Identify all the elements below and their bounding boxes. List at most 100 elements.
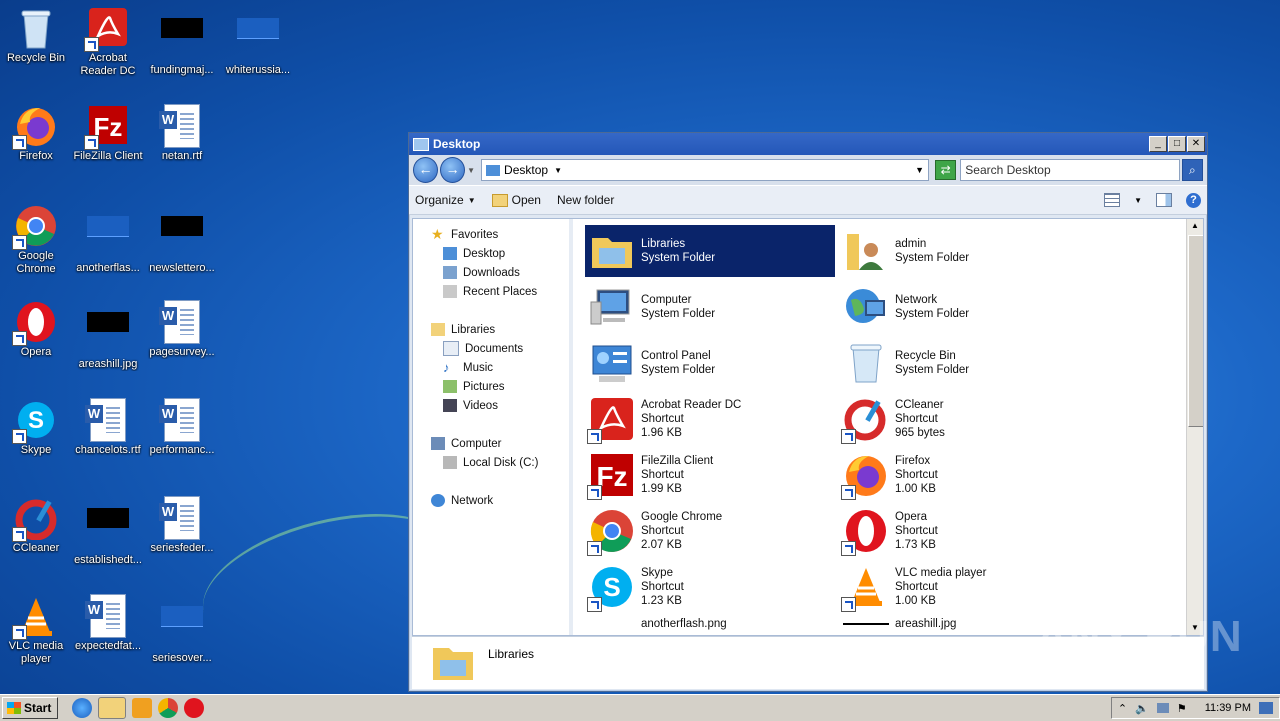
file-item-google-chrome[interactable]: Google Chrome Shortcut 2.07 KB: [585, 505, 835, 557]
nav-documents[interactable]: Documents: [413, 339, 569, 358]
desktop-icon-ccleaner[interactable]: CCleaner: [0, 496, 72, 555]
back-button[interactable]: ←: [413, 157, 439, 183]
nav-music[interactable]: ♪ Music: [413, 358, 569, 377]
start-button[interactable]: Start: [2, 697, 59, 719]
desktop-icon-filezilla[interactable]: Fz FileZilla Client: [72, 104, 144, 163]
open-button[interactable]: Open: [491, 193, 541, 207]
nav-recent-places[interactable]: Recent Places: [413, 282, 569, 301]
nav-label: Network: [451, 494, 494, 507]
new-folder-button[interactable]: New folder: [557, 193, 614, 207]
title-bar[interactable]: Desktop _ □ ✕: [409, 133, 1207, 155]
nav-computer[interactable]: Computer: [413, 434, 569, 453]
file-item-recycle-bin[interactable]: Recycle Bin System Folder: [839, 337, 1089, 389]
search-input[interactable]: Search Desktop: [960, 159, 1180, 181]
desktop-icon-seriesover[interactable]: seriesover...: [146, 594, 218, 665]
chrome-icon[interactable]: [158, 698, 179, 718]
vertical-scrollbar[interactable]: ▲ ▼: [1186, 219, 1203, 635]
organize-button[interactable]: Organize ▼: [415, 193, 476, 207]
nav-videos[interactable]: Videos: [413, 396, 569, 415]
desktop-icon-anotherflash[interactable]: anotherflas...: [72, 204, 144, 275]
shortcut-arrow-icon: [12, 135, 27, 150]
desktop-icon-vlc[interactable]: VLC media player: [0, 594, 72, 666]
show-desktop-icon[interactable]: [1259, 702, 1273, 714]
file-type: Shortcut: [641, 525, 684, 537]
desktop-icon-firefox[interactable]: Firefox: [0, 104, 72, 163]
file-item-firefox[interactable]: Firefox Shortcut 1.00 KB: [839, 449, 1089, 501]
file-item-vlc[interactable]: VLC media player Shortcut 1.00 KB: [839, 561, 1089, 613]
desktop-icon-areashill[interactable]: areashill.jpg: [72, 300, 144, 371]
desktop-icon-acrobat[interactable]: Acrobat Reader DC: [72, 6, 144, 78]
nav-desktop[interactable]: Desktop: [413, 244, 569, 263]
scrollbar-thumb[interactable]: [1188, 235, 1203, 427]
nav-downloads[interactable]: Downloads: [413, 263, 569, 282]
image-file-icon: [86, 508, 130, 552]
chevron-down-icon[interactable]: ▼: [915, 165, 924, 175]
chevron-up-icon[interactable]: ⌃: [1118, 702, 1127, 715]
nav-label: Pictures: [463, 380, 505, 393]
desktop-icon-newslettero[interactable]: newslettero...: [146, 204, 218, 275]
change-view-icon[interactable]: [1104, 193, 1121, 207]
desktop-icon-skype[interactable]: S Skype: [0, 398, 72, 457]
flag-icon[interactable]: ⚑: [1177, 702, 1187, 715]
preview-pane-icon[interactable]: [1156, 193, 1172, 207]
refresh-button[interactable]: ⇄: [935, 160, 957, 180]
desktop-icon-opera[interactable]: Opera: [0, 300, 72, 359]
desktop-icon-fundingmaj[interactable]: fundingmaj...: [146, 6, 218, 77]
file-item-ccleaner[interactable]: CCleaner Shortcut 965 bytes: [839, 393, 1089, 445]
chevron-down-icon[interactable]: ▼: [467, 166, 475, 175]
libraries-folder-icon: [589, 228, 635, 274]
file-name: Google Chrome: [641, 511, 723, 523]
file-size: 1.00 KB: [895, 595, 936, 607]
image-file-icon: [843, 617, 889, 635]
svg-text:S: S: [603, 572, 620, 602]
desktop-icon-seriesfeder[interactable]: W seriesfeder...: [146, 496, 218, 555]
file-item-control-panel[interactable]: Control Panel System Folder: [585, 337, 835, 389]
file-item-network[interactable]: Network System Folder: [839, 281, 1089, 333]
network-tray-icon[interactable]: [1156, 703, 1169, 713]
file-item-admin[interactable]: admin System Folder: [839, 225, 1089, 277]
minimize-button[interactable]: _: [1149, 136, 1167, 152]
desktop-icon-chancelots[interactable]: W chancelots.rtf: [72, 398, 144, 457]
internet-explorer-icon[interactable]: [72, 698, 93, 718]
desktop-icon-label: seriesover...: [152, 652, 212, 664]
documents-icon: [443, 341, 459, 356]
file-item-acrobat-reader[interactable]: Acrobat Reader DC Shortcut 1.96 KB: [585, 393, 835, 445]
volume-icon[interactable]: 🔈: [1135, 702, 1149, 715]
chevron-down-icon[interactable]: ▼: [554, 166, 562, 175]
desktop-icon-whiterussia[interactable]: whiterussia...: [222, 6, 294, 77]
chevron-down-icon[interactable]: ▼: [1134, 196, 1142, 205]
nav-local-disk[interactable]: Local Disk (C:): [413, 453, 569, 472]
shortcut-arrow-icon: [841, 429, 856, 444]
nav-favorites[interactable]: ★ Favorites: [413, 225, 569, 244]
desktop-icon-recycle-bin[interactable]: Recycle Bin: [0, 6, 72, 65]
file-item-libraries[interactable]: Libraries System Folder: [585, 225, 835, 277]
scroll-up-arrow-icon[interactable]: ▲: [1187, 219, 1203, 233]
file-item-skype[interactable]: S Skype Shortcut 1.23 KB: [585, 561, 835, 613]
desktop-icon-expectedfat[interactable]: W expectedfat...: [72, 594, 144, 653]
close-button[interactable]: ✕: [1187, 136, 1205, 152]
file-type: Shortcut: [641, 469, 684, 481]
clock[interactable]: 11:39 PM: [1205, 702, 1251, 714]
libraries-folder-icon: [430, 640, 476, 687]
desktop-icon-performanc[interactable]: W performanc...: [146, 398, 218, 457]
file-item-opera[interactable]: Opera Shortcut 1.73 KB: [839, 505, 1089, 557]
file-explorer-task-button[interactable]: [98, 697, 127, 719]
search-button[interactable]: ⌕: [1181, 159, 1203, 181]
opera-icon[interactable]: [184, 698, 205, 718]
nav-libraries[interactable]: Libraries: [413, 320, 569, 339]
file-item-filezilla[interactable]: Fz FileZilla Client Shortcut 1.99 KB: [585, 449, 835, 501]
nav-network[interactable]: Network: [413, 491, 569, 510]
desktop-icon-netan[interactable]: W netan.rtf: [146, 104, 218, 163]
help-icon[interactable]: ?: [1186, 192, 1201, 208]
forward-button[interactable]: →: [440, 157, 466, 183]
file-item-anotherflash[interactable]: anotherflash.png: [585, 617, 835, 635]
maximize-button[interactable]: □: [1168, 136, 1186, 152]
desktop-icon-google-chrome[interactable]: Google Chrome: [0, 204, 72, 276]
desktop-icon-pagesurvey[interactable]: W pagesurvey...: [146, 300, 218, 359]
desktop-icon-establishedt[interactable]: establishedt...: [72, 496, 144, 567]
file-item-computer[interactable]: Computer System Folder: [585, 281, 835, 333]
address-field[interactable]: Desktop ▼ ▼: [481, 159, 930, 181]
word-document-icon: W: [85, 594, 130, 638]
nav-pictures[interactable]: Pictures: [413, 377, 569, 396]
media-player-icon[interactable]: [132, 698, 153, 718]
